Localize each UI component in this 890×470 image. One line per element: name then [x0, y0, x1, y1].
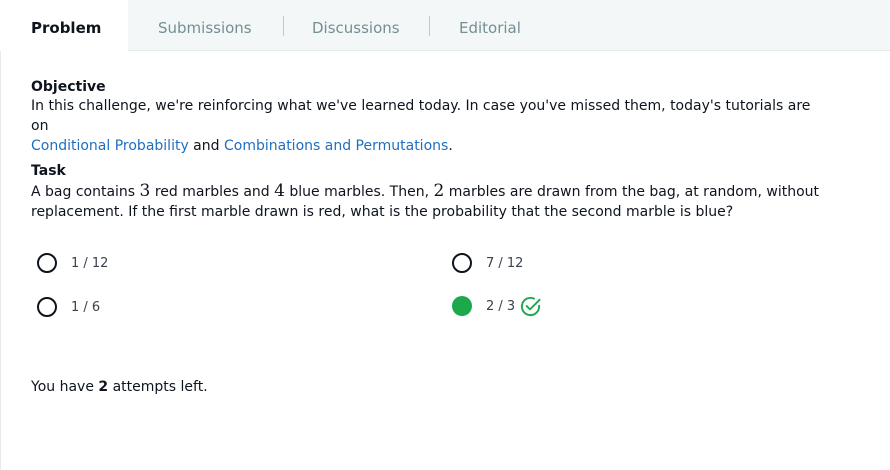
task-line2: replacement. If the first marble drawn i…	[31, 204, 734, 220]
attempts-remaining: You have 2 attempts left.	[31, 379, 208, 395]
attempts-suffix: attempts left.	[108, 379, 208, 395]
option-2-3[interactable]: 2 / 3	[452, 295, 542, 317]
radio-button[interactable]	[452, 253, 472, 273]
attempts-count: 2	[98, 379, 109, 395]
content-border	[0, 51, 1, 470]
task-seg2: red marbles and	[150, 184, 275, 200]
objective-text: In this challenge, we're reinforcing wha…	[31, 96, 831, 156]
tab-editorial[interactable]: Editorial	[459, 0, 521, 51]
attempts-prefix: You have	[31, 379, 99, 395]
tab-discussions[interactable]: Discussions	[312, 0, 400, 51]
math-blue-count: 4	[274, 181, 285, 201]
tab-submissions[interactable]: Submissions	[158, 0, 252, 51]
task-seg4: marbles are drawn from the bag, at rando…	[444, 184, 820, 200]
option-label: 1 / 12	[71, 255, 109, 271]
task-heading: Task	[31, 163, 66, 179]
option-7-12[interactable]: 7 / 12	[452, 252, 523, 274]
math-red-count: 3	[139, 181, 151, 201]
math-drawn-count: 2	[433, 181, 445, 201]
radio-button-selected[interactable]	[452, 296, 472, 316]
radio-button[interactable]	[37, 253, 57, 273]
objective-text-before: In this challenge, we're reinforcing wha…	[31, 98, 811, 134]
combinations-permutations-link[interactable]: Combinations and Permutations	[224, 138, 448, 154]
task-text: A bag contains 3 red marbles and 4 blue …	[31, 181, 831, 222]
objective-text-after: .	[448, 138, 453, 154]
option-1-12[interactable]: 1 / 12	[37, 252, 108, 274]
task-seg3: blue marbles. Then,	[284, 184, 434, 200]
radio-button[interactable]	[37, 297, 57, 317]
objective-text-middle: and	[188, 138, 224, 154]
option-1-6[interactable]: 1 / 6	[37, 296, 100, 318]
task-seg1: A bag contains	[31, 184, 140, 200]
option-label: 1 / 6	[71, 299, 101, 315]
tab-problem[interactable]: Problem	[0, 0, 128, 52]
conditional-probability-link[interactable]: Conditional Probability	[31, 138, 189, 154]
tab-bar: Problem Submissions Discussions Editoria…	[0, 0, 890, 52]
objective-heading: Objective	[31, 79, 106, 95]
tab-separator	[429, 16, 430, 36]
option-label: 2 / 3	[486, 298, 516, 314]
check-circle-icon	[519, 295, 542, 318]
option-label: 7 / 12	[486, 255, 524, 271]
tab-separator	[283, 16, 284, 36]
